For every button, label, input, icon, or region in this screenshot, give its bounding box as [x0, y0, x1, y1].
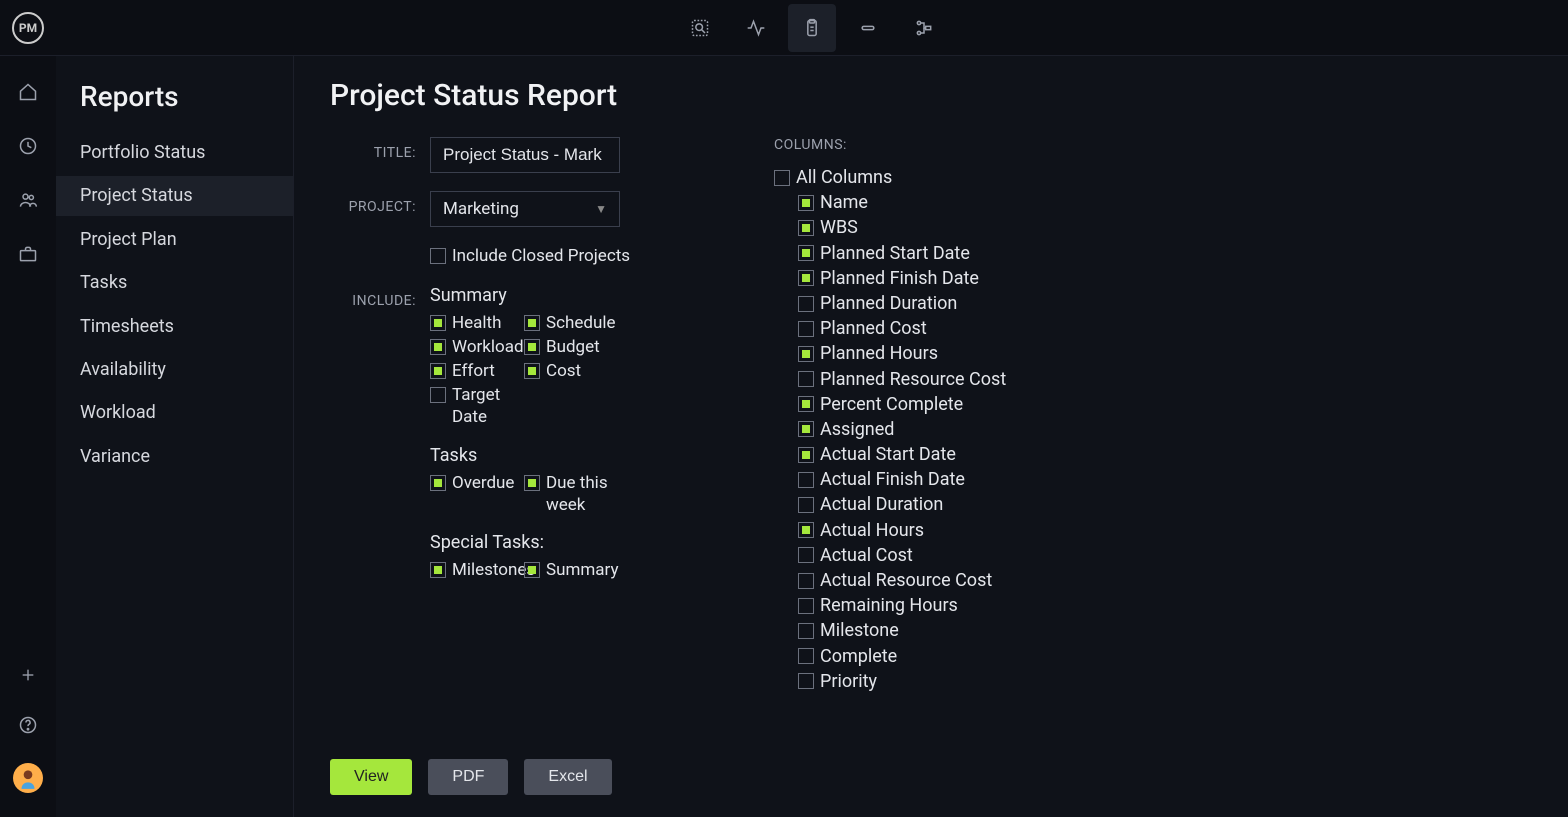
column-checkbox-actual-finish-date[interactable]: Actual Finish Date: [774, 467, 1086, 492]
sidebar-item-variance[interactable]: Variance: [56, 437, 293, 476]
summary-checkbox-budget[interactable]: Budget: [524, 336, 614, 358]
tasks-checkbox-overdue[interactable]: Overdue: [430, 472, 520, 516]
logo[interactable]: PM: [0, 0, 56, 56]
avatar[interactable]: [13, 763, 43, 793]
search-icon[interactable]: [676, 4, 724, 52]
add-icon[interactable]: [16, 663, 40, 687]
summary-checkbox-schedule[interactable]: Schedule: [524, 312, 614, 334]
columns-scroll[interactable]: All ColumnsNameWBSPlanned Start DatePlan…: [774, 165, 1094, 747]
sidebar-item-availability[interactable]: Availability: [56, 350, 293, 389]
title-label: TITLE:: [330, 137, 430, 173]
special-checkbox-summary[interactable]: Summary: [524, 559, 614, 581]
column-checkbox-actual-duration[interactable]: Actual Duration: [774, 492, 1086, 517]
include-closed-label: Include Closed Projects: [452, 245, 630, 267]
tasks-checkbox-due-this-week[interactable]: Due this week: [524, 472, 614, 516]
reports-sidepanel: Reports Portfolio Status Project Status Pr…: [56, 56, 294, 817]
column-checkbox-planned-cost[interactable]: Planned Cost: [774, 316, 1086, 341]
column-checkbox-complete[interactable]: Complete: [774, 644, 1086, 669]
sidebar-item-portfolio-status[interactable]: Portfolio Status: [56, 133, 293, 172]
form-area: TITLE: PROJECT: Marketing ▼ Include Clos…: [330, 137, 1532, 747]
sidebar-item-timesheets[interactable]: Timesheets: [56, 307, 293, 346]
left-form: TITLE: PROJECT: Marketing ▼ Include Clos…: [330, 137, 710, 747]
column-checkbox-milestone[interactable]: Milestone: [774, 618, 1086, 643]
project-select[interactable]: Marketing ▼: [430, 191, 620, 227]
logo-text: PM: [19, 21, 37, 35]
sidepanel-title: Reports: [56, 80, 293, 133]
sidebar-item-tasks[interactable]: Tasks: [56, 263, 293, 302]
reports-icon[interactable]: [788, 4, 836, 52]
summary-checkbox-health[interactable]: Health: [430, 312, 520, 334]
clock-icon[interactable]: [16, 134, 40, 158]
special-checkbox-milestones[interactable]: Milestones: [430, 559, 520, 581]
column-checkbox-planned-finish-date[interactable]: Planned Finish Date: [774, 266, 1086, 291]
tasks-heading: Tasks: [430, 445, 710, 466]
include-closed-checkbox[interactable]: Include Closed Projects: [430, 245, 710, 267]
users-icon[interactable]: [16, 188, 40, 212]
column-checkbox-actual-hours[interactable]: Actual Hours: [774, 518, 1086, 543]
home-icon[interactable]: [16, 80, 40, 104]
column-checkbox-planned-start-date[interactable]: Planned Start Date: [774, 241, 1086, 266]
link-icon[interactable]: [844, 4, 892, 52]
topbar-tool-group: [56, 4, 1568, 52]
left-rail: [0, 56, 56, 817]
column-checkbox-planned-resource-cost[interactable]: Planned Resource Cost: [774, 367, 1086, 392]
logo-badge: PM: [12, 12, 44, 44]
excel-button[interactable]: Excel: [524, 759, 611, 795]
columns-label: COLUMNS:: [774, 137, 1094, 153]
flow-icon[interactable]: [900, 4, 948, 52]
sidebar-item-project-status[interactable]: Project Status: [56, 176, 293, 215]
column-checkbox-planned-duration[interactable]: Planned Duration: [774, 291, 1086, 316]
action-row: View PDF Excel: [330, 759, 1532, 795]
page-title: Project Status Report: [330, 78, 1532, 113]
column-checkbox-priority[interactable]: Priority: [774, 669, 1086, 694]
column-checkbox-remaining-hours[interactable]: Remaining Hours: [774, 593, 1086, 618]
main-content: Project Status Report TITLE: PROJECT: Ma…: [294, 56, 1568, 817]
column-checkbox-all-columns[interactable]: All Columns: [774, 165, 1086, 190]
column-checkbox-actual-cost[interactable]: Actual Cost: [774, 543, 1086, 568]
project-select-value: Marketing: [443, 199, 519, 219]
column-checkbox-name[interactable]: Name: [774, 190, 1086, 215]
briefcase-icon[interactable]: [16, 242, 40, 266]
special-heading: Special Tasks:: [430, 532, 710, 553]
include-label: INCLUDE:: [330, 285, 430, 581]
column-checkbox-assigned[interactable]: Assigned: [774, 417, 1086, 442]
topbar: PM: [0, 0, 1568, 56]
project-label: PROJECT:: [330, 191, 430, 227]
column-checkbox-wbs[interactable]: WBS: [774, 215, 1086, 240]
summary-checkbox-target-date[interactable]: Target Date: [430, 384, 520, 428]
help-icon[interactable]: [16, 713, 40, 737]
column-checkbox-percent-complete[interactable]: Percent Complete: [774, 392, 1086, 417]
column-checkbox-actual-start-date[interactable]: Actual Start Date: [774, 442, 1086, 467]
summary-checkbox-effort[interactable]: Effort: [430, 360, 520, 382]
column-checkbox-actual-resource-cost[interactable]: Actual Resource Cost: [774, 568, 1086, 593]
activity-icon[interactable]: [732, 4, 780, 52]
summary-heading: Summary: [430, 285, 710, 306]
view-button[interactable]: View: [330, 759, 412, 795]
columns-panel: COLUMNS: All ColumnsNameWBSPlanned Start…: [774, 137, 1094, 747]
sidebar-item-project-plan[interactable]: Project Plan: [56, 220, 293, 259]
chevron-down-icon: ▼: [595, 202, 607, 216]
body-row: Reports Portfolio StatusProject StatusPr…: [0, 56, 1568, 817]
summary-checkbox-workload[interactable]: Workload: [430, 336, 520, 358]
summary-checkbox-cost[interactable]: Cost: [524, 360, 614, 382]
pdf-button[interactable]: PDF: [428, 759, 508, 795]
sidebar-item-workload[interactable]: Workload: [56, 393, 293, 432]
title-input[interactable]: [430, 137, 620, 173]
column-checkbox-planned-hours[interactable]: Planned Hours: [774, 341, 1086, 366]
